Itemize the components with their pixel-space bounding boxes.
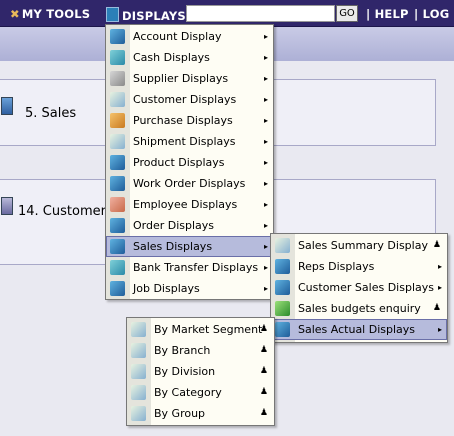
chart-icon: [131, 406, 146, 421]
submenu-arrow-icon: ▸: [437, 325, 442, 334]
job-icon: [110, 281, 125, 296]
customer-icon: [110, 92, 125, 107]
shipment-icon: [110, 134, 125, 149]
chart-icon: [131, 364, 146, 379]
cash-icon: [110, 50, 125, 65]
submenu-arrow-icon: ▸: [263, 95, 268, 104]
menu-item-customer-sales-displays[interactable]: Customer Sales Displays ▸: [271, 277, 447, 298]
user-access-icon: ♟: [259, 345, 268, 355]
customer-module-icon: [1, 197, 13, 215]
submenu-arrow-icon: ▸: [263, 158, 268, 167]
customer-sales-icon: [275, 280, 290, 295]
user-access-icon: ♟: [432, 303, 441, 313]
menu-item-sales-summary-display[interactable]: Sales Summary Display ♟: [271, 235, 447, 256]
submenu-arrow-icon: ▸: [263, 284, 268, 293]
my-tools-label: MY TOOLS: [21, 7, 91, 21]
displays-menu[interactable]: DISPLAYS: [106, 7, 186, 23]
customer-panel-title[interactable]: 14. Customer: [18, 204, 106, 219]
displays-dropdown: Account Display ▸ Cash Displays ▸ Supplier…: [105, 24, 274, 300]
menu-item-product-displays[interactable]: Product Displays ▸: [106, 152, 273, 173]
work-order-icon: [110, 176, 125, 191]
monitor-icon: [275, 301, 290, 316]
purchase-icon: [110, 113, 125, 128]
menu-item-by-group[interactable]: By Group ♟: [127, 403, 274, 424]
sales-panel-title[interactable]: 5. Sales: [25, 106, 76, 121]
employee-icon: [110, 197, 125, 212]
displays-label: DISPLAYS: [122, 9, 186, 23]
menu-item-job-displays[interactable]: Job Displays ▸: [106, 278, 273, 299]
displays-icon: [106, 7, 119, 22]
menu-item-shipment-displays[interactable]: Shipment Displays ▸: [106, 131, 273, 152]
user-access-icon: ♟: [259, 408, 268, 418]
submenu-arrow-icon: ▸: [263, 200, 268, 209]
menu-item-by-market-segment[interactable]: By Market Segment ♟: [127, 319, 274, 340]
user-access-icon: ♟: [259, 324, 268, 334]
sales-module-icon: [1, 97, 13, 115]
menu-item-supplier-displays[interactable]: Supplier Displays ▸: [106, 68, 273, 89]
chart-icon: [131, 385, 146, 400]
user-access-icon: ♟: [259, 387, 268, 397]
submenu-arrow-icon: ▸: [263, 74, 268, 83]
help-link[interactable]: | HELP: [366, 7, 409, 21]
submenu-arrow-icon: ▸: [263, 137, 268, 146]
submenu-arrow-icon: ▸: [437, 283, 442, 292]
chart-icon: [275, 238, 290, 253]
menu-item-customer-displays[interactable]: Customer Displays ▸: [106, 89, 273, 110]
supplier-icon: [110, 71, 125, 86]
user-access-icon: ♟: [259, 366, 268, 376]
submenu-arrow-icon: ▸: [263, 242, 268, 251]
ledger-icon: [110, 29, 125, 44]
menu-item-by-category[interactable]: By Category ♟: [127, 382, 274, 403]
search-input[interactable]: [186, 5, 335, 22]
log-off-link[interactable]: | LOG O: [414, 7, 454, 21]
submenu-arrow-icon: ▸: [437, 262, 442, 271]
product-icon: [110, 155, 125, 170]
submenu-arrow-icon: ▸: [263, 32, 268, 41]
menu-item-account-display[interactable]: Account Display ▸: [106, 26, 273, 47]
menu-item-purchase-displays[interactable]: Purchase Displays ▸: [106, 110, 273, 131]
go-button[interactable]: GO: [336, 5, 358, 22]
submenu-arrow-icon: ▸: [263, 179, 268, 188]
sales-actual-icon: [275, 322, 290, 337]
submenu-arrow-icon: ▸: [263, 116, 268, 125]
menu-item-sales-displays[interactable]: Sales Displays ▸: [106, 236, 273, 257]
chart-icon: [131, 322, 146, 337]
submenu-arrow-icon: ▸: [263, 263, 268, 272]
menu-item-sales-budgets-enquiry[interactable]: Sales budgets enquiry ♟: [271, 298, 447, 319]
menu-item-reps-displays[interactable]: Reps Displays ▸: [271, 256, 447, 277]
my-tools-menu[interactable]: ✖ MY TOOLS: [10, 7, 90, 21]
bank-transfer-icon: [110, 260, 125, 275]
menu-item-sales-actual-displays[interactable]: Sales Actual Displays ▸: [271, 319, 447, 340]
menu-item-cash-displays[interactable]: Cash Displays ▸: [106, 47, 273, 68]
sales-actual-displays-submenu: By Market Segment ♟ By Branch ♟ By Divisio…: [126, 317, 275, 426]
submenu-arrow-icon: ▸: [263, 53, 268, 62]
menu-item-work-order-displays[interactable]: Work Order Displays ▸: [106, 173, 273, 194]
chart-icon: [131, 343, 146, 358]
menu-item-order-displays[interactable]: Order Displays ▸: [106, 215, 273, 236]
sales-displays-submenu: Sales Summary Display ♟ Reps Displays ▸ Cu…: [270, 233, 448, 343]
submenu-arrow-icon: ▸: [263, 221, 268, 230]
tools-icon: ✖: [10, 7, 20, 21]
order-icon: [110, 218, 125, 233]
top-navigation-bar: ✖MY TOOLS DISPLAYS GO | HELP | LOG O: [0, 0, 454, 27]
menu-item-bank-transfer-displays[interactable]: Bank Transfer Displays ▸: [106, 257, 273, 278]
reps-icon: [275, 259, 290, 274]
menu-item-employee-displays[interactable]: Employee Displays ▸: [106, 194, 273, 215]
menu-item-by-branch[interactable]: By Branch ♟: [127, 340, 274, 361]
sales-icon: [110, 239, 125, 254]
user-access-icon: ♟: [432, 240, 441, 250]
menu-item-by-division[interactable]: By Division ♟: [127, 361, 274, 382]
